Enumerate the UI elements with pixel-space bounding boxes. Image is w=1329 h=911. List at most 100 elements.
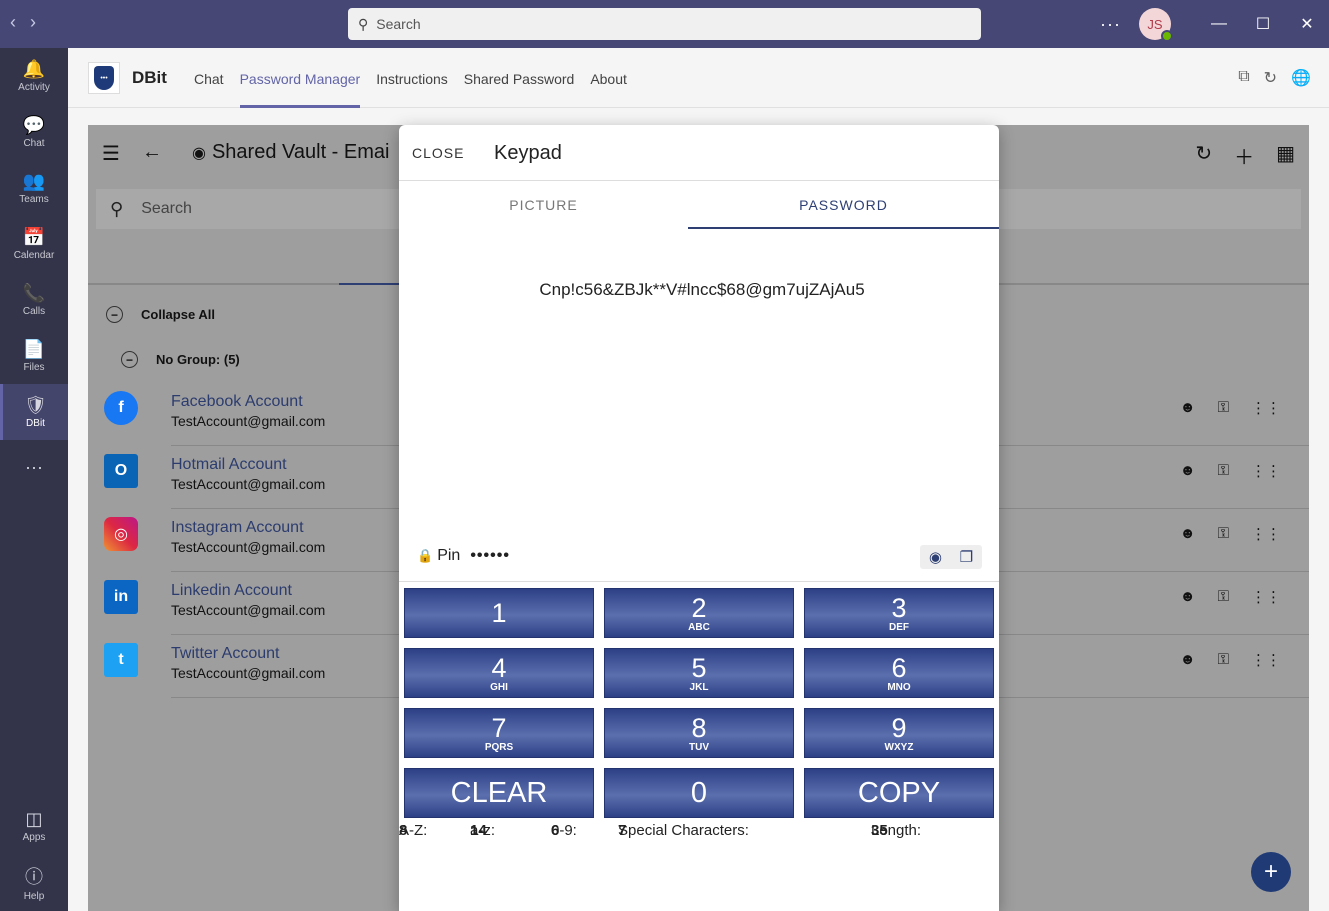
account-name[interactable]: Twitter Account <box>171 645 280 663</box>
popout-icon[interactable]: ⧉ <box>1238 68 1249 88</box>
maximize-icon[interactable]: ☐ <box>1241 0 1285 48</box>
pin-actions: ◉ ❐ <box>920 545 982 569</box>
linkedin-glyph: in <box>113 588 129 605</box>
global-search-input[interactable]: ⚲ Search <box>348 8 981 40</box>
collapse-all-button[interactable]: − Collapse All <box>106 306 215 323</box>
copy-button[interactable]: COPY <box>804 768 994 818</box>
copy-icon[interactable]: ❐ <box>960 548 973 566</box>
facebook-icon: f <box>104 391 138 425</box>
reload-icon[interactable]: ↻ <box>1264 68 1277 88</box>
vault-search-placeholder: Search <box>141 200 192 217</box>
key-1[interactable]: 1 <box>404 588 594 638</box>
tab-password-manager[interactable]: Password Manager <box>239 48 361 108</box>
keypad-icon[interactable]: ⋮⋮ <box>1251 588 1281 606</box>
key-icon[interactable]: ⚿ <box>1218 651 1229 669</box>
key-letters: WXYZ <box>884 741 914 753</box>
key-5[interactable]: 5 JKL <box>604 648 794 698</box>
eye-icon[interactable]: ◉ <box>929 548 942 566</box>
rail-item-chat[interactable]: 💬 Chat <box>0 104 68 160</box>
stat-length: Length: 35 <box>871 822 921 839</box>
key-digit: 8 <box>691 712 707 743</box>
key-2[interactable]: 2 ABC <box>604 588 794 638</box>
account-email: TestAccount@gmail.com <box>171 413 326 429</box>
vault-toolbar-right: ↻ ＋ ▦ <box>1195 141 1295 170</box>
back-arrow-icon[interactable]: ‹ <box>10 12 16 33</box>
menu-icon[interactable]: ☰ <box>102 141 120 166</box>
teams-icon: 👥 <box>22 171 46 191</box>
keypad-icon[interactable]: ⋮⋮ <box>1251 525 1281 543</box>
rail-item-calls[interactable]: 📞 Calls <box>0 272 68 328</box>
tab-about[interactable]: About <box>590 48 627 108</box>
rail-item-label: Activity <box>18 82 50 93</box>
file-icon: 📄 <box>22 339 46 359</box>
instagram-glyph: ◎ <box>114 526 128 543</box>
back-icon[interactable]: ← <box>142 141 162 166</box>
account-email: TestAccount@gmail.com <box>171 539 326 555</box>
clear-button[interactable]: CLEAR <box>404 768 594 818</box>
image-icon[interactable]: ▦ <box>1276 141 1295 170</box>
tab-password[interactable]: PASSWORD <box>688 181 999 229</box>
keypad-icon[interactable]: ⋮⋮ <box>1251 651 1281 669</box>
key-icon[interactable]: ⚿ <box>1218 525 1229 543</box>
key-0[interactable]: 0 <box>604 768 794 818</box>
minimize-icon[interactable]: — <box>1197 0 1241 48</box>
account-email: TestAccount@gmail.com <box>171 665 326 681</box>
account-name[interactable]: Facebook Account <box>171 393 303 411</box>
rail-item-label: Apps <box>22 832 46 843</box>
key-letters: JKL <box>689 681 709 693</box>
key-6[interactable]: 6 MNO <box>804 648 994 698</box>
rail-item-activity[interactable]: 🔔 Activity <box>0 48 68 104</box>
key-digit: 7 <box>491 712 507 743</box>
account-name[interactable]: Hotmail Account <box>171 456 287 474</box>
tab-chat[interactable]: Chat <box>194 48 224 108</box>
user-icon[interactable]: ☻ <box>1180 399 1196 417</box>
rail-item-help[interactable]: ⓘ Help <box>0 854 68 910</box>
search-icon: ⚲ <box>358 15 369 32</box>
user-icon[interactable]: ☻ <box>1180 651 1196 669</box>
key-4[interactable]: 4 GHI <box>404 648 594 698</box>
rail-item-calendar[interactable]: 📅 Calendar <box>0 216 68 272</box>
tab-shared-password[interactable]: Shared Password <box>464 48 575 108</box>
vault-title-text: Shared Vault - Emai <box>211 141 390 163</box>
keypad-icon[interactable]: ⋮⋮ <box>1251 399 1281 417</box>
rail-item-dbit[interactable]: 🛡 DBit <box>0 384 68 440</box>
add-entry-button[interactable]: + <box>1251 852 1291 892</box>
account-name[interactable]: Linkedin Account <box>171 582 292 600</box>
key-icon[interactable]: ⚿ <box>1218 588 1229 606</box>
account-name[interactable]: Instagram Account <box>171 519 304 537</box>
close-window-icon[interactable]: ✕ <box>1285 0 1329 48</box>
rail-more-icon[interactable]: ··· <box>0 440 68 496</box>
rail-item-apps[interactable]: ◫ Apps <box>0 798 68 854</box>
twitter-glyph: t <box>118 651 124 668</box>
refresh-icon[interactable]: ↻ <box>1195 141 1212 170</box>
key-icon[interactable]: ⚿ <box>1218 399 1229 417</box>
user-icon[interactable]: ☻ <box>1180 588 1196 606</box>
globe-icon[interactable]: 🌐 <box>1291 68 1311 88</box>
chat-icon: 💬 <box>22 115 46 135</box>
key-digit: 2 <box>691 592 707 623</box>
clear-label: CLEAR <box>450 776 548 809</box>
group-header[interactable]: − No Group: (5) <box>121 351 240 368</box>
forward-arrow-icon[interactable]: › <box>30 12 36 33</box>
tab-instructions[interactable]: Instructions <box>376 48 448 108</box>
key-7[interactable]: 7 PQRS <box>404 708 594 758</box>
global-search-placeholder: Search <box>376 16 421 32</box>
add-icon[interactable]: ＋ <box>1234 141 1254 170</box>
more-options-icon[interactable]: ··· <box>1100 14 1121 35</box>
user-icon[interactable]: ☻ <box>1180 462 1196 480</box>
key-3[interactable]: 3 DEF <box>804 588 994 638</box>
stat-digits: 0-9: 6 <box>551 822 577 839</box>
tab-picture[interactable]: PICTURE <box>399 181 688 229</box>
key-8[interactable]: 8 TUV <box>604 708 794 758</box>
phone-icon: 📞 <box>22 283 46 303</box>
key-9[interactable]: 9 WXYZ <box>804 708 994 758</box>
keypad-icon[interactable]: ⋮⋮ <box>1251 462 1281 480</box>
key-icon[interactable]: ⚿ <box>1218 462 1229 480</box>
user-icon[interactable]: ☻ <box>1180 525 1196 543</box>
avatar[interactable]: JS <box>1139 8 1173 42</box>
rail-item-files[interactable]: 📄 Files <box>0 328 68 384</box>
rail-item-label: Calendar <box>13 250 55 261</box>
rail-item-teams[interactable]: 👥 Teams <box>0 160 68 216</box>
close-button[interactable]: CLOSE <box>412 145 464 161</box>
minus-circle-icon: − <box>121 351 138 368</box>
